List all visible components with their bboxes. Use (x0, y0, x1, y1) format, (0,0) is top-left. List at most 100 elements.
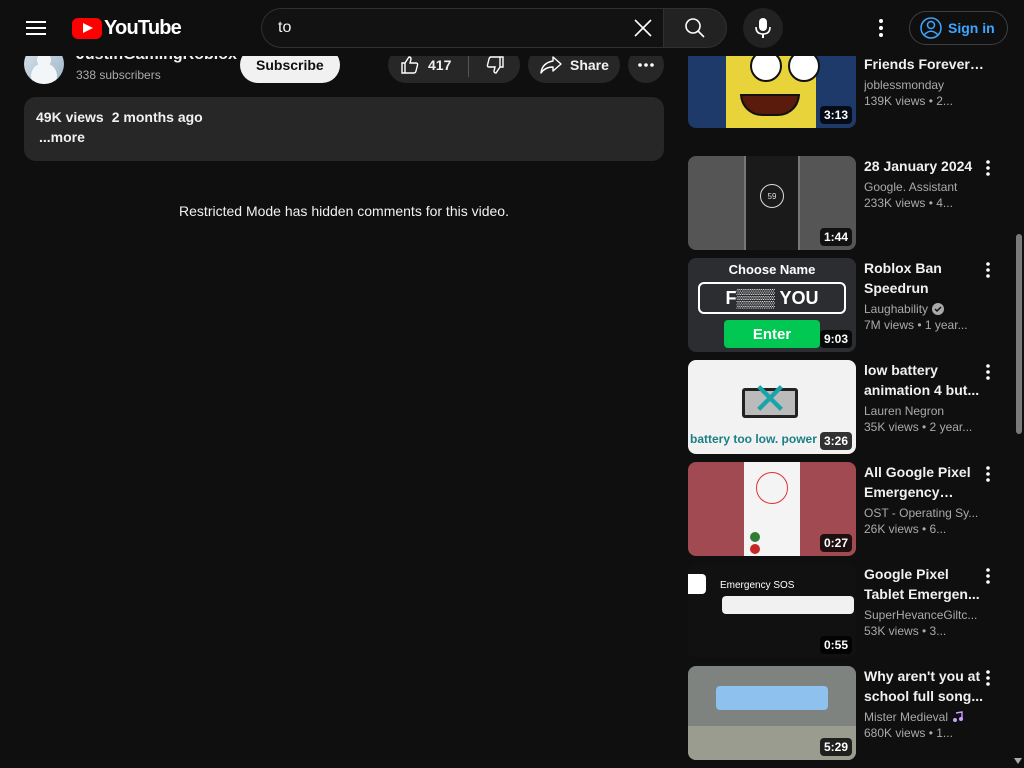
sign-in-button[interactable]: Sign in (909, 11, 1008, 45)
search-bar (261, 8, 727, 48)
settings-menu-button[interactable] (861, 8, 901, 48)
description-box[interactable]: 49K views 2 months ago ...more (24, 97, 664, 161)
thumbnail-art (750, 532, 760, 542)
triangle-down-icon (1014, 758, 1022, 764)
video-stats: 7M views • 1 year... (864, 318, 968, 332)
search-input[interactable] (278, 19, 623, 37)
video-title[interactable]: Google Pixel Tablet Emergen... (864, 564, 984, 604)
scroll-down-arrow[interactable] (1012, 755, 1024, 767)
video-channel: Laughability (864, 302, 984, 316)
related-video-item[interactable]: 0:27 All Google Pixel Emergency SOS... O… (688, 462, 1008, 556)
description-more-link[interactable]: ...more (39, 129, 652, 145)
channel-label: SuperHevanceGiltc... (864, 608, 978, 622)
youtube-logo[interactable]: YouTube (72, 16, 182, 40)
more-vert-icon (986, 670, 990, 686)
video-title[interactable]: Why aren't you at school full song... (864, 666, 984, 706)
channel-label: Laughability (864, 302, 929, 316)
video-meta: All Google Pixel Emergency SOS... OST - … (864, 462, 984, 536)
video-meta: 28 January 2024 Google. Assistant 233K v… (864, 156, 984, 210)
video-channel: SuperHevanceGiltc... (864, 608, 984, 622)
thumbnail-art (750, 544, 760, 554)
video-thumbnail[interactable]: Emergency SOS 0:55 (688, 564, 856, 658)
video-meta: Google Pixel Tablet Emergen... SuperHeva… (864, 564, 984, 638)
video-menu-button[interactable] (978, 564, 998, 588)
clear-search-button[interactable] (623, 9, 663, 47)
video-stats: 35K views • 2 year... (864, 420, 973, 434)
channel-label: Mister Medieval (864, 710, 949, 724)
video-title[interactable]: All Google Pixel Emergency SOS... (864, 462, 984, 502)
more-vert-icon (986, 466, 990, 482)
thumbnail-art (756, 472, 788, 504)
video-stats: 680K views • 1... (864, 726, 953, 740)
logo-text: YouTube (104, 16, 182, 39)
channel-label: joblessmonday (864, 78, 945, 92)
video-stats: 53K views • 3... (864, 624, 947, 638)
related-video-item[interactable]: 5:29 Why aren't you at school full song.… (688, 666, 1008, 760)
video-thumbnail[interactable]: Choose Name F▒▒▒ YOU Enter 9:03 (688, 258, 856, 352)
more-vert-icon (986, 160, 990, 176)
video-duration: 3:26 (819, 432, 852, 450)
video-duration: 0:55 (819, 636, 852, 654)
related-video-item[interactable]: Choose Name F▒▒▒ YOU Enter 9:03 Roblox B… (688, 258, 1008, 352)
channel-label: Lauren Negron (864, 404, 945, 418)
video-thumbnail[interactable]: 59 1:44 (688, 156, 856, 250)
video-stats: 26K views • 6... (864, 522, 947, 536)
video-menu-button[interactable] (978, 360, 998, 384)
share-icon (540, 56, 562, 74)
like-count: 417 (428, 57, 452, 73)
share-label: Share (570, 57, 609, 73)
menu-button[interactable] (16, 8, 56, 48)
video-menu-button[interactable] (978, 666, 998, 690)
more-horiz-icon (638, 63, 654, 67)
video-channel: joblessmonday (864, 78, 984, 92)
thumbnail-art: ✕ (751, 375, 789, 424)
thumbs-up-icon (401, 56, 419, 74)
channel-label: Google. Assistant (864, 180, 958, 194)
thumbnail-art (688, 574, 706, 594)
view-count: 49K views (36, 109, 104, 125)
thumbs-down-icon (486, 56, 504, 74)
video-meta: Why aren't you at school full song... Mi… (864, 666, 984, 740)
related-video-item[interactable]: ✕ battery too low. power 3:26 low batter… (688, 360, 1008, 454)
video-menu-button[interactable] (978, 462, 998, 486)
music-note-icon (953, 711, 964, 722)
video-title[interactable]: Roblox Ban Speedrun (864, 258, 984, 298)
video-duration: 9:03 (819, 330, 852, 348)
video-duration: 3:13 (819, 106, 852, 124)
thumbnail-text: F▒▒▒ YOU (698, 282, 846, 314)
related-video-item[interactable]: 59 1:44 28 January 2024 Google. Assistan… (688, 156, 1008, 250)
youtube-play-icon (72, 17, 102, 39)
voice-search-button[interactable] (743, 8, 783, 48)
video-menu-button[interactable] (978, 258, 998, 282)
thumbnail-art (716, 686, 828, 710)
verified-icon (932, 303, 945, 315)
account-icon (920, 17, 942, 39)
restricted-comments-message: Restricted Mode has hidden comments for … (179, 203, 509, 219)
thumbnail-text: Enter (724, 320, 820, 348)
masthead: YouTube Sign in (0, 0, 1024, 56)
more-vert-icon (986, 364, 990, 380)
sign-in-label: Sign in (948, 20, 995, 36)
video-thumbnail[interactable]: 5:29 (688, 666, 856, 760)
search-box (261, 8, 663, 48)
thumbnail-text: Choose Name (728, 262, 816, 277)
video-thumbnail[interactable]: 0:27 (688, 462, 856, 556)
search-button[interactable] (663, 8, 727, 48)
video-duration: 1:44 (819, 228, 852, 246)
video-channel: Mister Medieval (864, 710, 984, 724)
video-duration: 0:27 (819, 534, 852, 552)
description-meta: 49K views 2 months ago (36, 109, 652, 125)
video-title[interactable]: low battery animation 4 but... (864, 360, 984, 400)
video-thumbnail[interactable]: ✕ battery too low. power 3:26 (688, 360, 856, 454)
more-vert-icon (986, 568, 990, 584)
video-channel: Lauren Negron (864, 404, 984, 418)
video-menu-button[interactable] (978, 156, 998, 180)
related-video-item[interactable]: Emergency SOS 0:55 Google Pixel Tablet E… (688, 564, 1008, 658)
channel-label: OST - Operating Sy... (864, 506, 979, 520)
youtube-watch-page: YouTube Sign in JustinGamingRoblox (0, 0, 1024, 768)
video-title[interactable]: 28 January 2024 (864, 156, 984, 176)
search-icon (685, 18, 705, 38)
thumbnail-art (722, 596, 854, 614)
hamburger-icon (26, 21, 46, 35)
page-scrollbar[interactable] (1016, 234, 1022, 434)
